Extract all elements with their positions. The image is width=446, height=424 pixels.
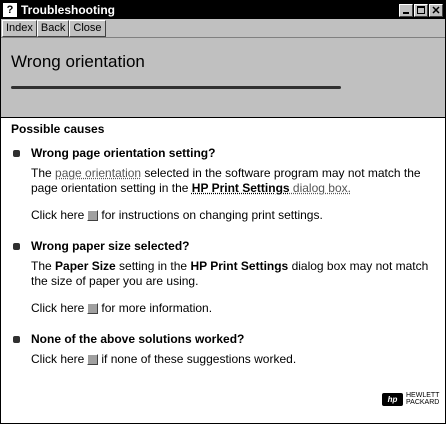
desc-text: The — [31, 166, 56, 180]
cause-action: Click here for more information. — [31, 301, 212, 315]
hp-print-settings-term: HP Print Settings — [190, 259, 289, 273]
maximize-button[interactable] — [414, 3, 428, 17]
hp-logo-line: HEWLETT — [406, 392, 440, 399]
jump-button[interactable] — [87, 210, 99, 222]
cause-description: The page orientation selected in the sof… — [31, 166, 441, 196]
help-toolbar: Index Back Close — [1, 19, 445, 38]
jump-button[interactable] — [87, 303, 99, 315]
cause-title: None of the above solutions worked? — [31, 332, 245, 346]
page-orientation-link[interactable]: page orientation — [55, 166, 141, 180]
bullet-icon — [13, 336, 20, 343]
desc-text: setting in the — [115, 259, 191, 273]
bullet-icon — [13, 243, 20, 250]
bullet-icon — [13, 150, 20, 157]
hp-print-settings-link[interactable]: HP Print Settings — [192, 181, 290, 195]
title-bar[interactable]: ? Troubleshooting — [1, 1, 445, 19]
page-title: Wrong orientation — [11, 52, 145, 71]
topic-content: Possible causes Wrong page orientation s… — [1, 118, 445, 423]
back-button[interactable]: Back — [36, 19, 70, 37]
desc-text: The — [31, 259, 56, 273]
close-window-button[interactable] — [429, 3, 443, 17]
section-heading: Possible causes — [11, 122, 105, 136]
help-app-icon[interactable]: ? — [3, 3, 17, 17]
index-button[interactable]: Index — [2, 19, 37, 37]
click-here-text: Click here — [31, 301, 85, 315]
dialog-box-link[interactable]: dialog box. — [290, 181, 351, 195]
topic-header: Wrong orientation — [1, 38, 445, 118]
click-here-text: Click here — [31, 352, 85, 366]
hp-logo-line: PACKARD — [406, 399, 440, 406]
cause-title: Wrong paper size selected? — [31, 239, 190, 253]
title-divider — [11, 86, 341, 89]
click-here-text: Click here — [31, 208, 85, 222]
minimize-button[interactable] — [399, 3, 413, 17]
close-icon — [432, 6, 440, 14]
action-text: for more information. — [101, 301, 213, 315]
cause-action: Click here for instructions on changing p… — [31, 208, 323, 222]
minimize-icon — [403, 12, 409, 14]
cause-title: Wrong page orientation setting? — [31, 146, 216, 160]
window-title: Troubleshooting — [21, 3, 115, 17]
hp-logo-text: HEWLETT PACKARD — [406, 392, 439, 406]
action-text: for instructions on changing print setti… — [101, 208, 323, 222]
cause-description: The Paper Size setting in the HP Print S… — [31, 259, 441, 289]
hp-logo: hp HEWLETT PACKARD — [382, 392, 439, 406]
help-window: ? Troubleshooting Index Back Close Wrong… — [0, 0, 446, 424]
cause-action: Click here if none of these suggestions w… — [31, 352, 296, 366]
maximize-icon — [417, 6, 425, 14]
hp-logo-badge: hp — [382, 392, 403, 406]
jump-button[interactable] — [87, 354, 99, 366]
action-text: if none of these suggestions worked. — [101, 352, 297, 366]
close-button[interactable]: Close — [69, 19, 106, 37]
paper-size-term: Paper Size — [55, 259, 116, 273]
